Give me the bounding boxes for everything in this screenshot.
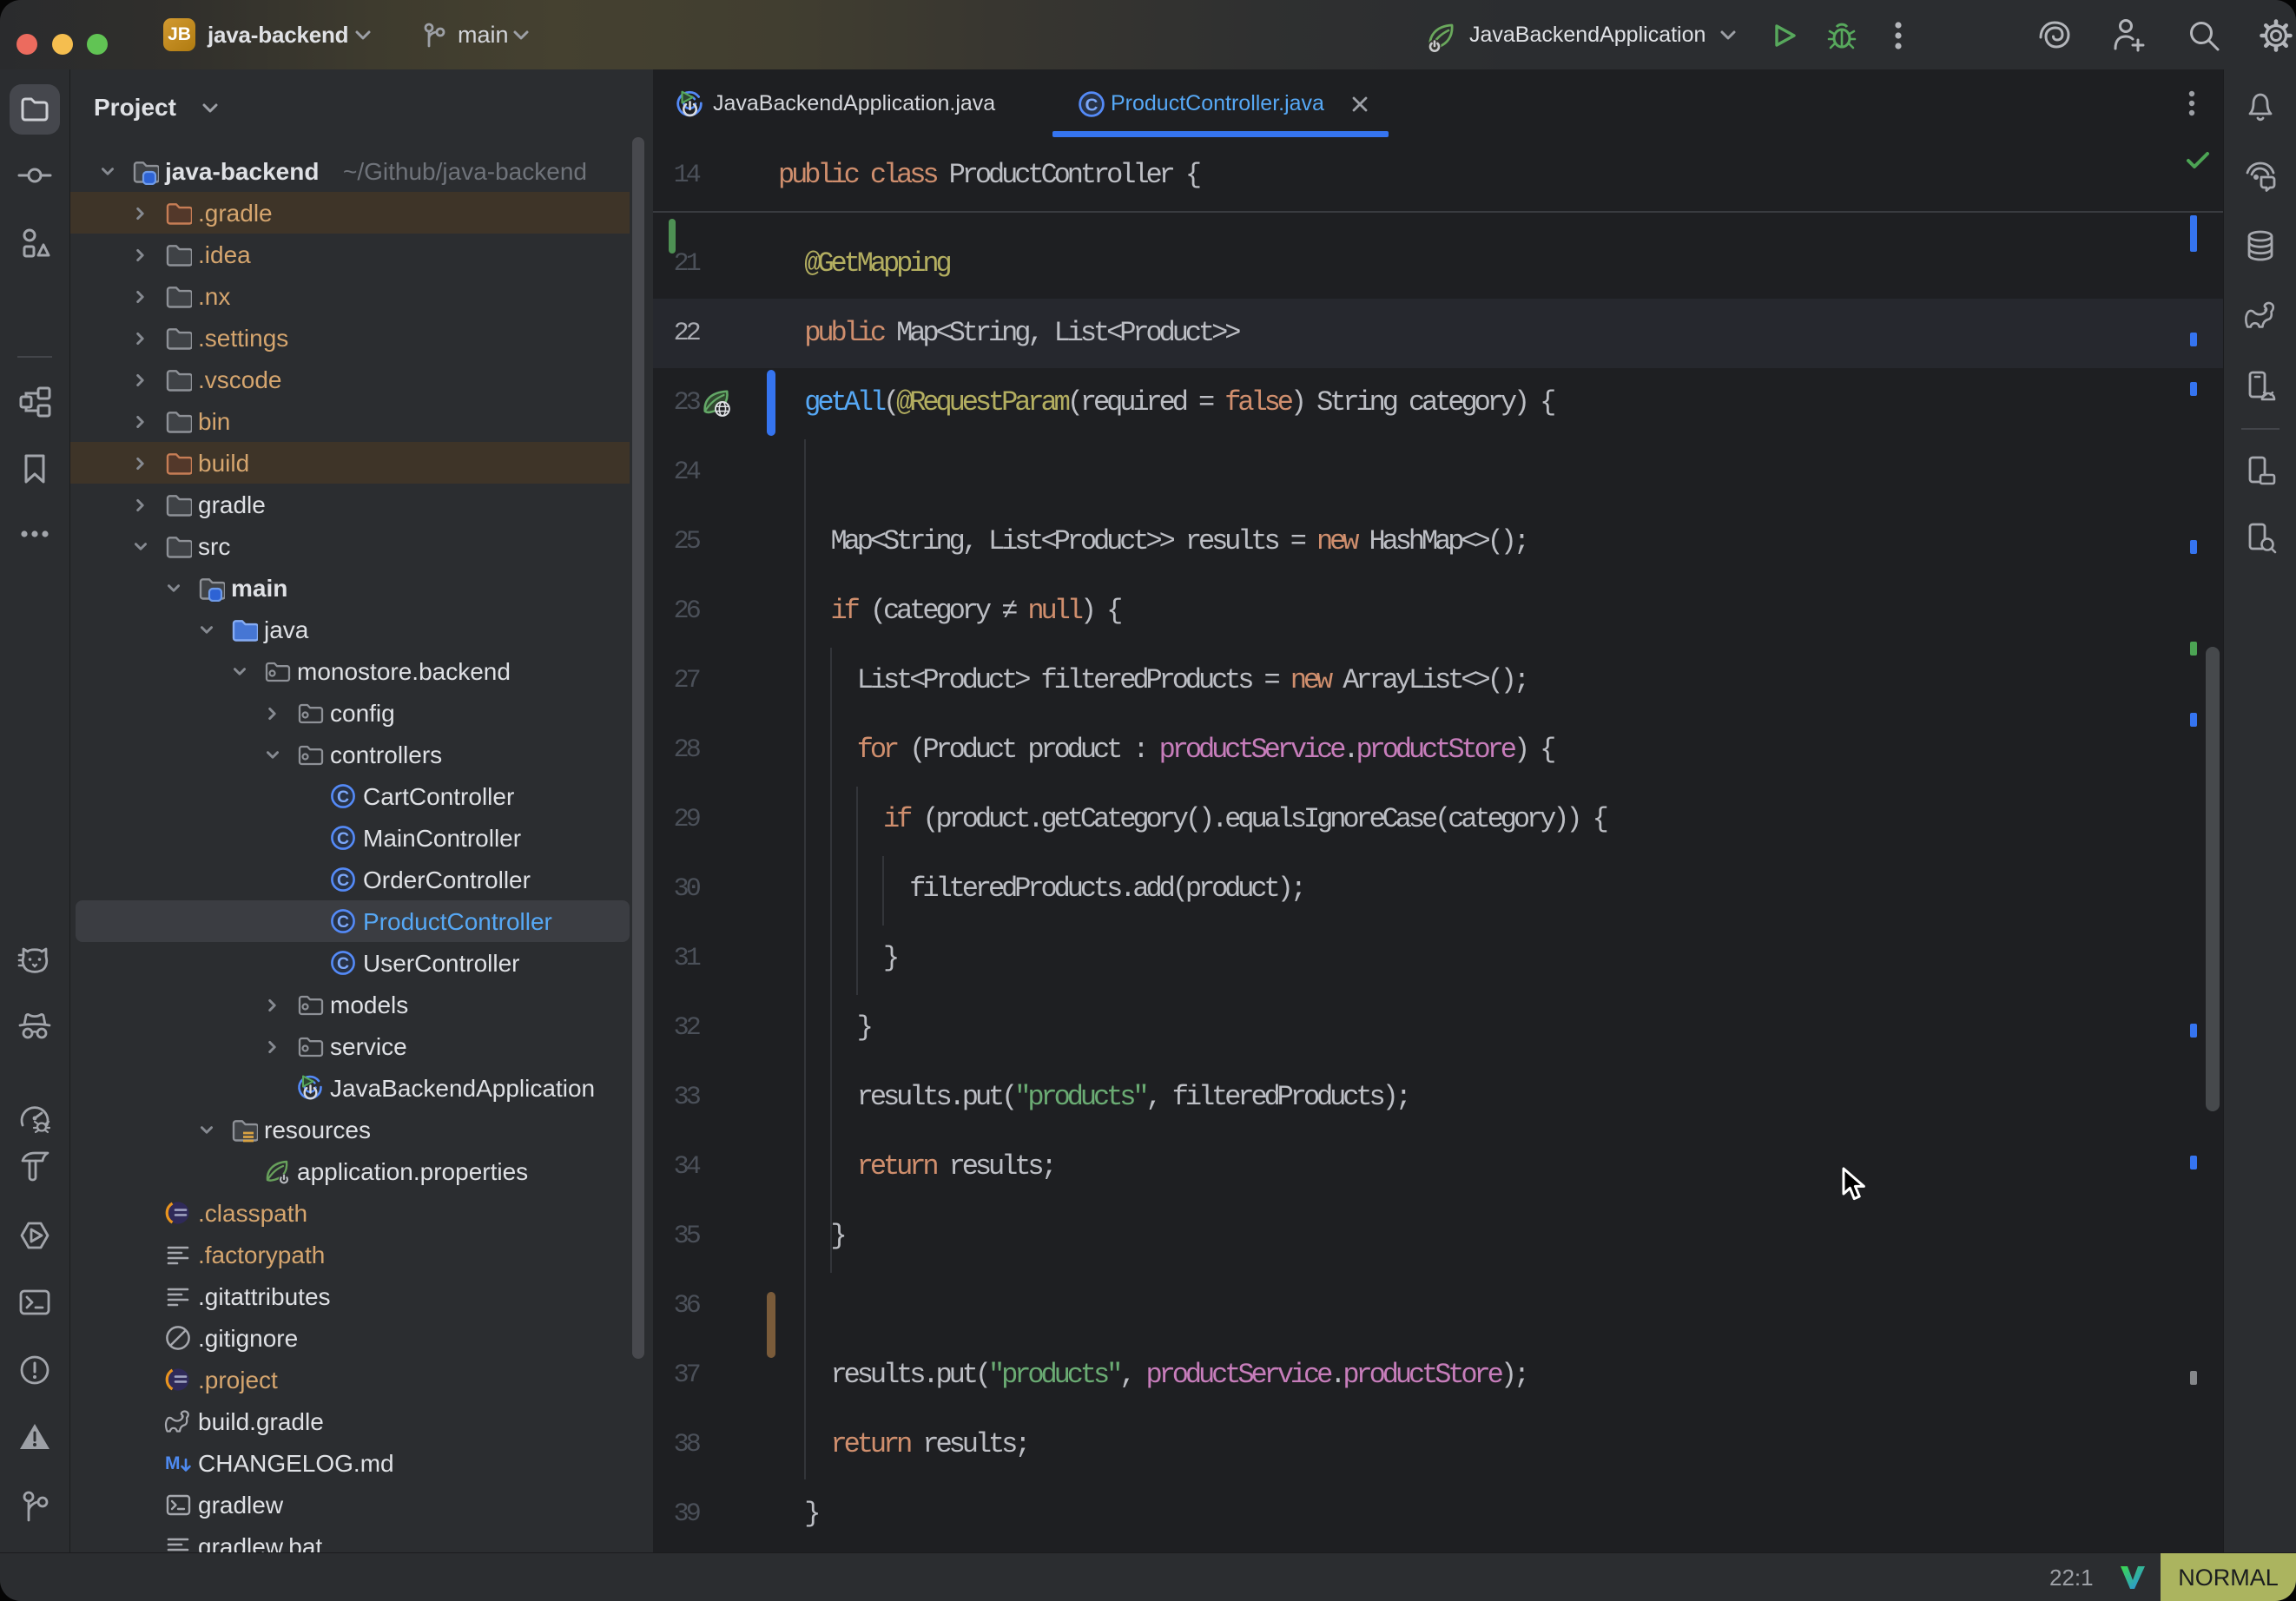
svg-text:C: C [337,829,349,848]
svg-text:M: M [165,1453,181,1473]
svg-text:C: C [337,954,349,973]
svg-text:C: C [337,913,349,932]
svg-text:C: C [337,787,349,807]
svg-text:C: C [1085,95,1099,115]
svg-text:C: C [337,871,349,890]
